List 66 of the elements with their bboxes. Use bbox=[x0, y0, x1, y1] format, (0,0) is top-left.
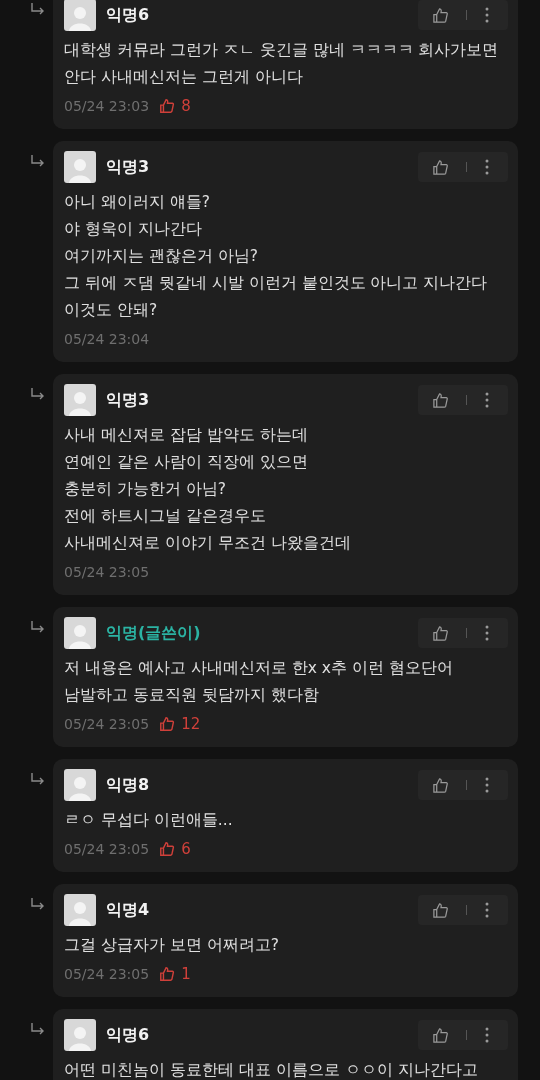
author-name: 익명6 bbox=[106, 4, 150, 26]
more-icon[interactable] bbox=[484, 158, 490, 176]
thumbs-up-icon bbox=[159, 841, 176, 857]
thumbs-up-icon bbox=[159, 98, 176, 114]
thumbs-up-icon bbox=[159, 716, 176, 732]
thumbs-up-icon bbox=[159, 966, 176, 982]
thumbs-up-icon[interactable] bbox=[432, 776, 449, 794]
thumbs-up-icon[interactable] bbox=[432, 391, 449, 409]
reply-arrow-icon bbox=[30, 2, 46, 16]
avatar-icon bbox=[64, 1019, 96, 1051]
comment-text: 사내 메신져로 잡담 밥약도 하는데 bbox=[64, 425, 309, 446]
reply-arrow-icon bbox=[30, 387, 46, 401]
thumbs-up-icon[interactable] bbox=[432, 624, 449, 642]
reply-arrow-icon bbox=[30, 154, 46, 168]
thumbs-up-icon[interactable] bbox=[432, 901, 449, 919]
author-name: 익명3 bbox=[106, 156, 150, 178]
avatar-icon bbox=[64, 0, 96, 31]
comment-time: 05/24 23:04 bbox=[64, 331, 150, 347]
comment-text: 연예인 같은 사람이 직장에 있으면 bbox=[64, 452, 309, 473]
like-count: 8 bbox=[181, 97, 191, 115]
comment-time: 05/24 23:05 bbox=[64, 716, 150, 732]
comment-text: 충분히 가능한거 아님? bbox=[64, 479, 228, 500]
comment-text: 전에 하트시그널 같은경우도 bbox=[64, 506, 267, 527]
author-name: 익명(글쓴이) bbox=[106, 622, 201, 644]
avatar-icon bbox=[64, 769, 96, 801]
comment-time: 05/24 23:05 bbox=[64, 841, 150, 857]
comment-text: 안다 사내메신저는 그런게 아니다 bbox=[64, 67, 304, 88]
comment-text: ㄹㅇ 무섭다 이런애들... bbox=[64, 810, 234, 831]
comment-text: 이것도 안돼? bbox=[64, 300, 159, 321]
thumbs-up-icon[interactable] bbox=[432, 1026, 449, 1044]
comment-text: 그 뒤에 ㅈ댐 뭣같네 시발 이런거 붙인것도 아니고 지나간다 bbox=[64, 273, 489, 294]
comment-text: 그걸 상급자가 보면 어쩌려고? bbox=[64, 935, 280, 956]
avatar-icon bbox=[64, 151, 96, 183]
more-icon[interactable] bbox=[484, 624, 490, 642]
author-name: 익명6 bbox=[106, 1024, 150, 1046]
author-name: 익명4 bbox=[106, 899, 150, 921]
reply-arrow-icon bbox=[30, 1022, 46, 1036]
author-name: 익명8 bbox=[106, 774, 150, 796]
avatar-icon bbox=[64, 384, 96, 416]
avatar-icon bbox=[64, 894, 96, 926]
author-name: 익명3 bbox=[106, 389, 150, 411]
comment-text: 아니 왜이러지 얘들? bbox=[64, 192, 212, 213]
more-icon[interactable] bbox=[484, 901, 490, 919]
comment-text: 야 형욱이 지나간다 bbox=[64, 219, 203, 240]
comment-time: 05/24 23:03 bbox=[64, 98, 150, 114]
comment-text: 남발하고 동료직원 뒷담까지 했다함 bbox=[64, 685, 320, 706]
reply-arrow-icon bbox=[30, 897, 46, 911]
like-count: 1 bbox=[181, 965, 191, 983]
more-icon[interactable] bbox=[484, 1026, 490, 1044]
comment-text: 사내메신져로 이야기 무조건 나왔을건데 bbox=[64, 533, 352, 554]
comment-text: 대학생 커뮤라 그런가 ㅈㄴ 웃긴글 많네 ㅋㅋㅋㅋ 회사가보면 bbox=[64, 40, 500, 61]
like-count: 12 bbox=[181, 715, 201, 733]
comment-text: 저 내용은 예사고 사내메신저로 한x x추 이런 혐오단어 bbox=[64, 658, 454, 679]
like-count: 6 bbox=[181, 840, 191, 858]
more-icon[interactable] bbox=[484, 6, 490, 24]
comment-time: 05/24 23:05 bbox=[64, 966, 150, 982]
reply-arrow-icon bbox=[30, 620, 46, 634]
more-icon[interactable] bbox=[484, 776, 490, 794]
comment-text: 어떤 미친놈이 동료한테 대표 이름으로 ㅇㅇ이 지나간다고 bbox=[64, 1060, 479, 1080]
comment-time: 05/24 23:05 bbox=[64, 564, 150, 580]
thumbs-up-icon[interactable] bbox=[432, 6, 449, 24]
reply-arrow-icon bbox=[30, 772, 46, 786]
avatar-icon bbox=[64, 617, 96, 649]
more-icon[interactable] bbox=[484, 391, 490, 409]
comment-text: 여기까지는 괜찮은거 아님? bbox=[64, 246, 260, 267]
thumbs-up-icon[interactable] bbox=[432, 158, 449, 176]
